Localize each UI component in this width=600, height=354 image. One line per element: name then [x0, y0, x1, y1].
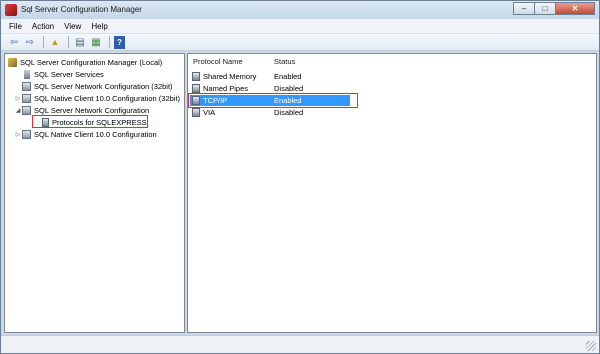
tree-root[interactable]: SQL Server Configuration Manager (Local) [8, 57, 162, 68]
annotation-highlight-box [32, 115, 148, 128]
protocol-name: Named Pipes [203, 84, 249, 93]
configuration-manager-icon [8, 58, 17, 67]
menu-help[interactable]: Help [91, 22, 107, 31]
tree-item-label: SQL Native Client 10.0 Configuration [34, 130, 157, 139]
network-config-icon [22, 106, 31, 115]
protocol-status: Enabled [274, 72, 302, 81]
column-header-status[interactable]: Status [274, 57, 295, 66]
tree-item-native-client[interactable]: ▷ SQL Native Client 10.0 Configuration [14, 129, 157, 140]
expand-icon[interactable]: ▷ [14, 131, 22, 138]
collapse-icon[interactable]: ◢ [14, 107, 22, 114]
tree-pane[interactable]: SQL Server Configuration Manager (Local)… [4, 53, 185, 333]
list-row-shared-memory[interactable]: Shared Memory Enabled [190, 71, 350, 82]
forward-icon[interactable]: ⇨ [23, 36, 37, 49]
title-bar[interactable]: Sql Server Configuration Manager – □ ✕ [1, 1, 599, 19]
tree-item-label: SQL Server Services [34, 70, 104, 79]
protocol-name: Shared Memory [203, 72, 257, 81]
protocol-icon [192, 108, 200, 117]
window-title: Sql Server Configuration Manager [21, 5, 142, 14]
protocol-name: VIA [203, 108, 216, 117]
protocol-status: Disabled [274, 108, 304, 117]
menu-view[interactable]: View [64, 22, 81, 31]
tree-root-label: SQL Server Configuration Manager (Local) [20, 58, 163, 67]
back-icon[interactable]: ⇦ [7, 36, 21, 49]
list-row-via[interactable]: VIA Disabled [190, 107, 350, 118]
app-icon [5, 4, 17, 16]
window-controls: – □ ✕ [513, 2, 595, 16]
tree-item-label: SQL Server Network Configuration (32bit) [34, 82, 173, 91]
native-client-icon [22, 94, 31, 103]
help-icon[interactable]: ? [114, 35, 125, 49]
tree-item-sql-server-services[interactable]: SQL Server Services [14, 69, 104, 80]
expand-icon[interactable]: ▷ [14, 95, 22, 102]
server-services-icon [24, 70, 30, 79]
annotation-highlight-box [188, 93, 358, 108]
toolbar-separator [43, 36, 44, 48]
resize-grip-icon[interactable] [586, 341, 596, 351]
network-config-icon [22, 82, 31, 91]
maximize-button[interactable]: □ [534, 2, 556, 15]
toolbar-separator [109, 36, 110, 48]
tree-item-native-client-32bit[interactable]: ▷ SQL Native Client 10.0 Configuration (… [14, 93, 180, 104]
menu-file[interactable]: File [9, 22, 22, 31]
up-folder-icon[interactable]: ▲ [48, 36, 62, 49]
toolbar: ⇦ ⇨ ▲ ▤ ▦ ? [1, 34, 599, 51]
close-button[interactable]: ✕ [555, 2, 595, 15]
status-bar [1, 335, 599, 353]
tree-item-label: SQL Native Client 10.0 Configuration (32… [34, 94, 181, 103]
column-header-protocol-name[interactable]: Protocol Name [193, 57, 243, 66]
tree-item-label: SQL Server Network Configuration [34, 106, 150, 115]
native-client-icon [22, 130, 31, 139]
protocol-status: Disabled [274, 84, 304, 93]
menu-bar: File Action View Help [1, 19, 599, 34]
protocol-icon [192, 84, 200, 93]
properties-icon[interactable]: ▤ [73, 36, 87, 49]
menu-action[interactable]: Action [32, 22, 54, 31]
toolbar-separator [68, 36, 69, 48]
export-list-icon[interactable]: ▦ [89, 36, 103, 49]
protocol-icon [192, 72, 200, 81]
tree-item-network-config-32bit[interactable]: SQL Server Network Configuration (32bit) [14, 81, 173, 92]
list-header: Protocol Name Status [188, 54, 596, 68]
protocol-list-pane[interactable]: Protocol Name Status Shared Memory Enabl… [187, 53, 597, 333]
main-window: Sql Server Configuration Manager – □ ✕ F… [0, 0, 600, 354]
minimize-button[interactable]: – [513, 2, 535, 15]
